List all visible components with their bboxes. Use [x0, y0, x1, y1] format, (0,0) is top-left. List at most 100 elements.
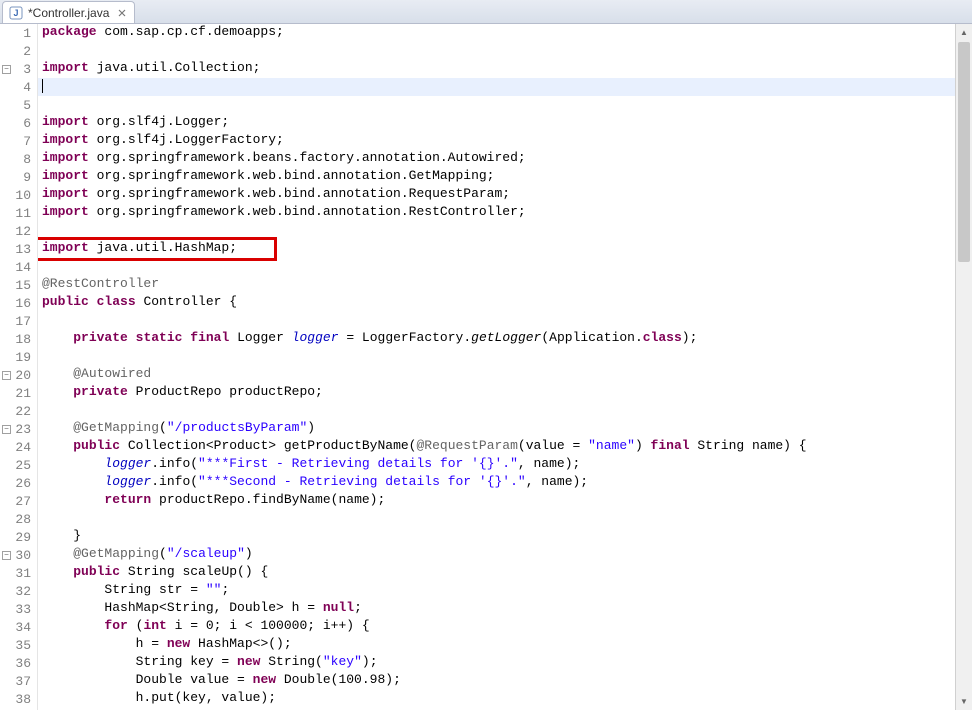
- code-line[interactable]: [38, 96, 972, 114]
- code-line[interactable]: [38, 222, 972, 240]
- line-number: 18: [0, 330, 37, 348]
- code-line[interactable]: import org.slf4j.LoggerFactory;: [38, 132, 972, 150]
- token-p: Double(100.98);: [276, 672, 401, 687]
- token-anno: @Autowired: [73, 366, 151, 381]
- tab-bar: J *Controller.java: [0, 0, 972, 24]
- token-str: "": [206, 582, 222, 597]
- token-kw: import: [42, 132, 89, 147]
- editor-tab[interactable]: J *Controller.java: [2, 1, 135, 23]
- line-number: 7: [0, 132, 37, 150]
- token-p: }: [42, 528, 81, 543]
- line-number: 29: [0, 528, 37, 546]
- code-line[interactable]: [38, 78, 972, 96]
- code-line[interactable]: [38, 402, 972, 420]
- line-number: 34: [0, 618, 37, 636]
- token-p: (: [159, 546, 167, 561]
- fold-marker-icon[interactable]: −: [2, 371, 11, 380]
- code-line[interactable]: Double value = new Double(100.98);: [38, 672, 972, 690]
- line-number: 26: [0, 474, 37, 492]
- code-line[interactable]: import org.springframework.web.bind.anno…: [38, 168, 972, 186]
- code-line[interactable]: logger.info("***First - Retrieving detai…: [38, 456, 972, 474]
- line-number: 36: [0, 654, 37, 672]
- editor-area: 123−4567891011121314151617181920−212223−…: [0, 24, 972, 710]
- token-p: h.put(key, value);: [42, 690, 276, 705]
- token-p: i = 0; i < 100000; i++) {: [167, 618, 370, 633]
- code-line[interactable]: import java.util.HashMap;: [38, 240, 972, 258]
- code-line[interactable]: private ProductRepo productRepo;: [38, 384, 972, 402]
- code-line[interactable]: [38, 348, 972, 366]
- vertical-scrollbar[interactable]: ▲ ▼: [955, 24, 972, 710]
- close-icon[interactable]: [116, 7, 128, 19]
- fold-marker-icon[interactable]: −: [2, 425, 11, 434]
- code-line[interactable]: import java.util.Collection;: [38, 60, 972, 78]
- code-line[interactable]: for (int i = 0; i < 100000; i++) {: [38, 618, 972, 636]
- token-p: .info(: [151, 474, 198, 489]
- code-line[interactable]: h = new HashMap<>();: [38, 636, 972, 654]
- code-line[interactable]: String key = new String("key");: [38, 654, 972, 672]
- code-line[interactable]: @GetMapping("/productsByParam"): [38, 420, 972, 438]
- token-p: ): [635, 438, 651, 453]
- token-p: ;: [221, 582, 229, 597]
- code-line[interactable]: public class Controller {: [38, 294, 972, 312]
- code-line[interactable]: }: [38, 528, 972, 546]
- token-str: "***First - Retrieving details for '{}'.…: [198, 456, 518, 471]
- code-line[interactable]: import org.springframework.beans.factory…: [38, 150, 972, 168]
- code-line[interactable]: logger.info("***Second - Retrieving deta…: [38, 474, 972, 492]
- token-kw: private: [73, 384, 128, 399]
- line-number: 8: [0, 150, 37, 168]
- code-line[interactable]: import org.springframework.web.bind.anno…: [38, 186, 972, 204]
- code-line[interactable]: [38, 258, 972, 276]
- code-pane[interactable]: package com.sap.cp.cf.demoapps; import ja…: [38, 24, 972, 710]
- code-line[interactable]: @Autowired: [38, 366, 972, 384]
- token-kw: import: [42, 150, 89, 165]
- code-line[interactable]: public Collection<Product> getProductByN…: [38, 438, 972, 456]
- token-p: Collection<Product> getProductByName(: [120, 438, 416, 453]
- token-fieldit: logger: [104, 456, 151, 471]
- token-kw: null: [323, 600, 354, 615]
- code-line[interactable]: [38, 312, 972, 330]
- code-line[interactable]: public String scaleUp() {: [38, 564, 972, 582]
- scroll-thumb[interactable]: [958, 42, 970, 262]
- code-line[interactable]: @GetMapping("/scaleup"): [38, 546, 972, 564]
- line-number: 11: [0, 204, 37, 222]
- token-kw: new: [253, 672, 276, 687]
- token-p: HashMap<String, Double> h =: [42, 600, 323, 615]
- token-p: [42, 492, 104, 507]
- token-p: String(: [260, 654, 322, 669]
- text-cursor: [42, 79, 43, 93]
- fold-marker-icon[interactable]: −: [2, 65, 11, 74]
- token-p: ;: [354, 600, 362, 615]
- code-line[interactable]: import org.slf4j.Logger;: [38, 114, 972, 132]
- svg-text:J: J: [13, 8, 18, 18]
- line-number: 37: [0, 672, 37, 690]
- code-line[interactable]: [38, 510, 972, 528]
- token-p: Logger: [229, 330, 291, 345]
- token-p: [42, 474, 104, 489]
- token-p: org.slf4j.Logger;: [89, 114, 229, 129]
- code-line[interactable]: import org.springframework.web.bind.anno…: [38, 204, 972, 222]
- token-p: ): [245, 546, 253, 561]
- token-p: [42, 330, 73, 345]
- token-p: org.slf4j.LoggerFactory;: [89, 132, 284, 147]
- line-number: 35: [0, 636, 37, 654]
- token-kw: import: [42, 186, 89, 201]
- code-line[interactable]: return productRepo.findByName(name);: [38, 492, 972, 510]
- code-line[interactable]: package com.sap.cp.cf.demoapps;: [38, 24, 972, 42]
- token-kw: class: [97, 294, 136, 309]
- token-p: , name);: [526, 474, 588, 489]
- fold-marker-icon[interactable]: −: [2, 551, 11, 560]
- token-p: String key =: [42, 654, 237, 669]
- code-line[interactable]: @RestController: [38, 276, 972, 294]
- token-p: org.springframework.web.bind.annotation.…: [89, 204, 526, 219]
- code-line[interactable]: String str = "";: [38, 582, 972, 600]
- code-line[interactable]: HashMap<String, Double> h = null;: [38, 600, 972, 618]
- line-number: 19: [0, 348, 37, 366]
- code-line[interactable]: private static final Logger logger = Log…: [38, 330, 972, 348]
- token-kw: for: [104, 618, 127, 633]
- line-number: 6: [0, 114, 37, 132]
- code-line[interactable]: h.put(key, value);: [38, 690, 972, 708]
- scroll-down-arrow[interactable]: ▼: [956, 693, 972, 710]
- java-file-icon: J: [9, 6, 23, 20]
- scroll-up-arrow[interactable]: ▲: [956, 24, 972, 41]
- code-line[interactable]: [38, 42, 972, 60]
